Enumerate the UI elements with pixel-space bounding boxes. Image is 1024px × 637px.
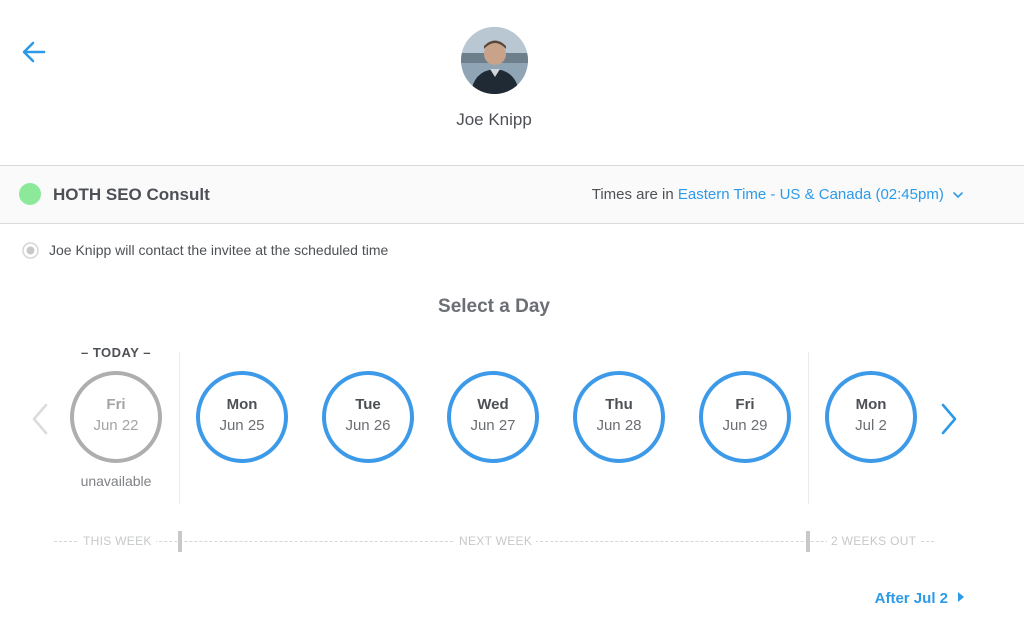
phone-location-icon	[22, 242, 39, 259]
day-date: Jul 2	[855, 417, 887, 434]
week-label-two-out: 2 WEEKS OUT	[827, 534, 921, 548]
day-date: Jun 25	[219, 417, 265, 434]
chevron-left-icon[interactable]	[30, 402, 50, 436]
day-date: Jun 26	[345, 417, 391, 434]
day-date: Jun 28	[596, 417, 642, 434]
week-label-next: NEXT WEEK	[455, 534, 537, 548]
day-of-week: Fri	[735, 396, 755, 413]
day-circle-unavailable: Fri Jun 22	[70, 371, 162, 463]
after-date-link[interactable]: After Jul 2	[875, 590, 964, 607]
day-circle[interactable]: Wed Jun 27	[447, 371, 539, 463]
chevron-down-icon[interactable]	[952, 191, 964, 199]
today-label: – TODAY –	[80, 345, 152, 360]
location-note-text: Joe Knipp will contact the invitee at th…	[49, 242, 389, 258]
location-note: Joe Knipp will contact the invitee at th…	[22, 242, 388, 259]
day-circle[interactable]: Mon Jun 25	[196, 371, 288, 463]
day-of-week: Fri	[106, 396, 126, 413]
week-divider	[808, 352, 809, 504]
timezone-selector: Times are in Eastern Time - US & Canada …	[592, 186, 964, 203]
avatar-photo	[461, 27, 528, 94]
event-status-dot	[19, 183, 41, 205]
unavailable-label: unavailable	[80, 473, 152, 489]
day-date: Jun 22	[93, 417, 139, 434]
week-divider	[179, 352, 180, 504]
day-date: Jun 29	[722, 417, 768, 434]
day-circle[interactable]: Mon Jul 2	[825, 371, 917, 463]
day-circle[interactable]: Tue Jun 26	[322, 371, 414, 463]
day-circle[interactable]: Fri Jun 29	[699, 371, 791, 463]
event-bar: HOTH SEO Consult Times are in Eastern Ti…	[0, 165, 1024, 224]
timezone-link[interactable]: Eastern Time - US & Canada (02:45pm)	[678, 186, 944, 203]
day-of-week: Thu	[605, 396, 633, 413]
host-name: Joe Knipp	[456, 110, 532, 129]
day-of-week: Tue	[355, 396, 381, 413]
event-name: HOTH SEO Consult	[53, 185, 210, 204]
day-date: Jun 27	[470, 417, 516, 434]
chevron-right-icon[interactable]	[939, 402, 959, 436]
week-marker	[806, 531, 810, 552]
day-of-week: Mon	[226, 396, 258, 413]
day-circle[interactable]: Thu Jun 28	[573, 371, 665, 463]
back-arrow-icon[interactable]	[20, 38, 48, 66]
timezone-prefix: Times are in	[591, 186, 674, 203]
day-of-week: Wed	[477, 396, 509, 413]
caret-right-icon	[958, 592, 964, 602]
after-date-label: After Jul 2	[874, 590, 948, 607]
day-of-week: Mon	[855, 396, 887, 413]
week-marker	[178, 531, 182, 552]
week-label-this: THIS WEEK	[79, 534, 156, 548]
avatar	[461, 27, 528, 94]
select-day-title: Select a Day	[438, 296, 550, 317]
